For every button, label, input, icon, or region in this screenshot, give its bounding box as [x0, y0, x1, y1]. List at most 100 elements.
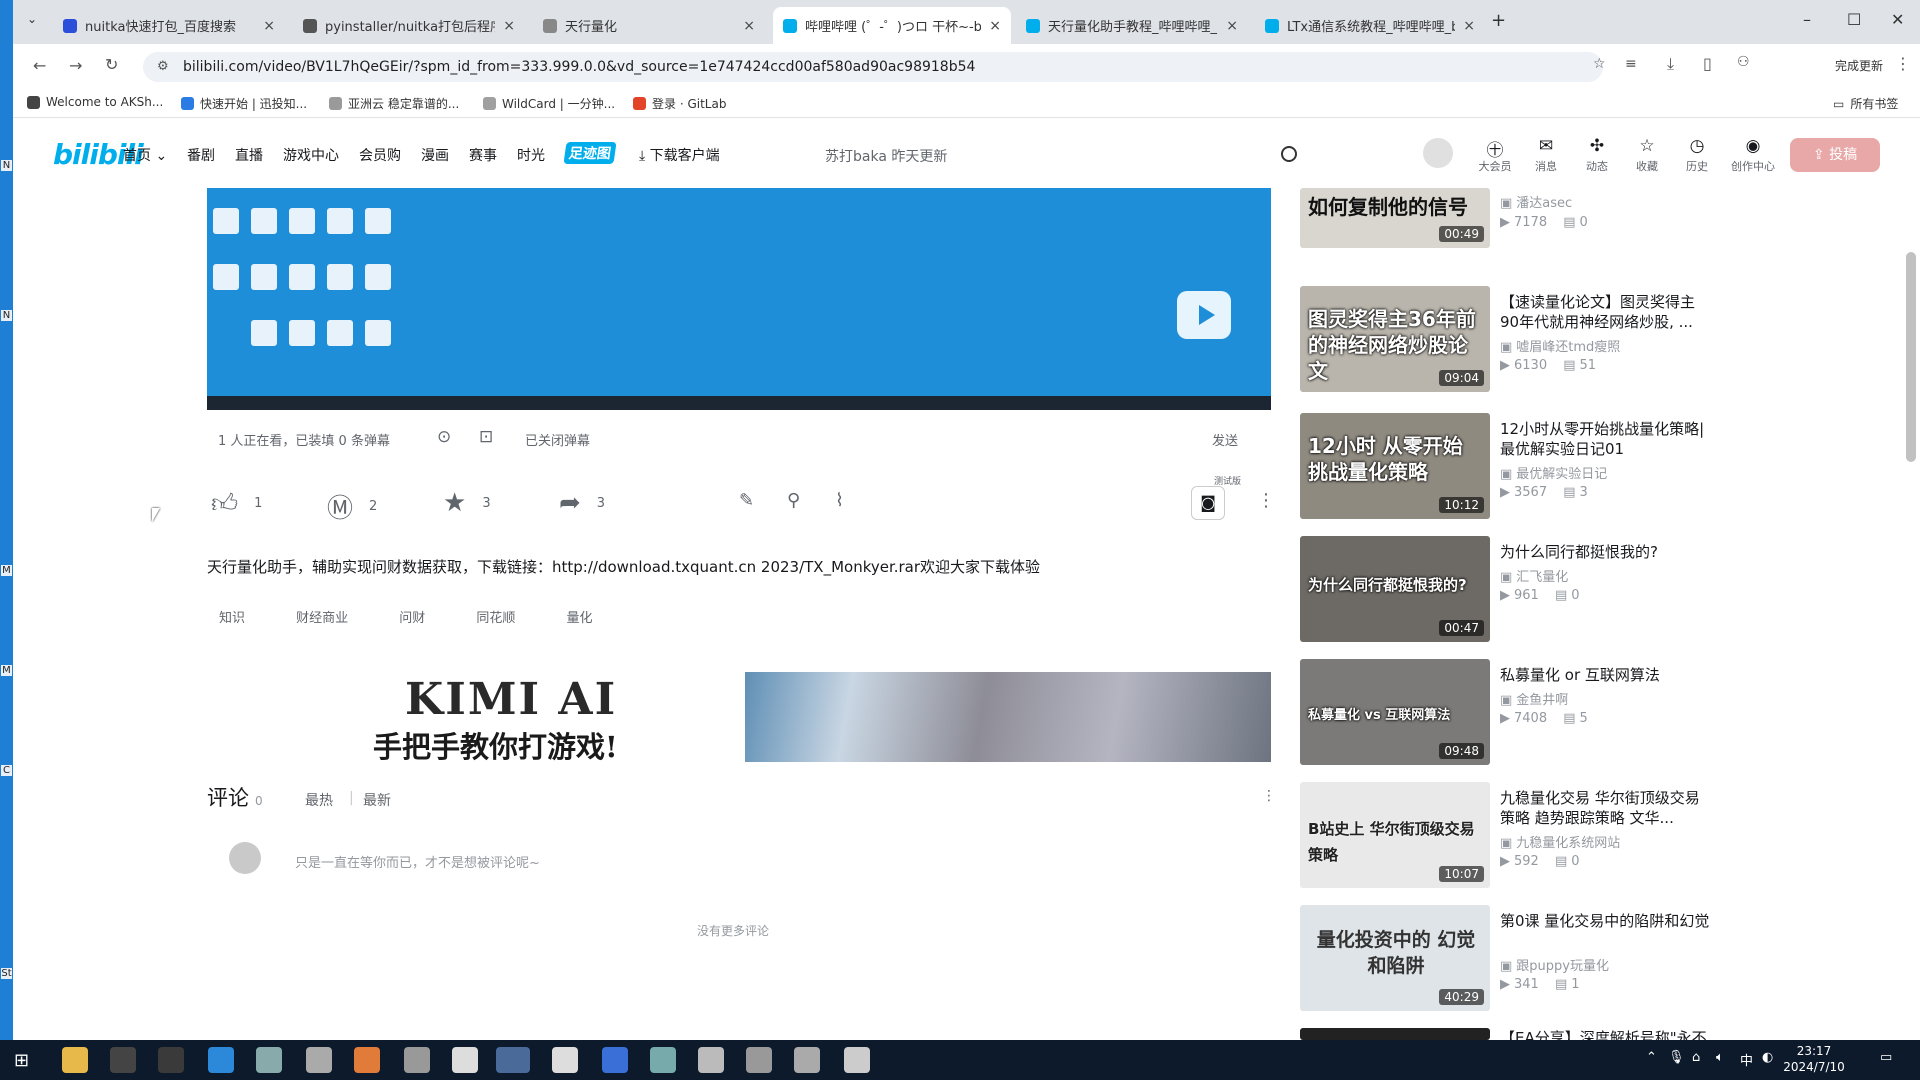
rec-title[interactable]: 【EA分享】深度解析号称"永不	[1500, 1028, 1710, 1040]
nav-download-client[interactable]: ⤓ 下载客户端	[639, 145, 720, 165]
stats-button[interactable]: ⌇	[835, 490, 860, 511]
nav-esports[interactable]: 赛事	[469, 145, 497, 165]
bookmark-item[interactable]: 登录 · GitLab	[633, 95, 726, 112]
rec-title[interactable]: 私募量化 or 互联网算法	[1500, 665, 1710, 685]
app-icon[interactable]	[746, 1047, 772, 1073]
nav-special-badge[interactable]: 足迹图	[563, 142, 617, 164]
rec-thumbnail[interactable]: 如何复制他的信号 00:49	[1300, 188, 1490, 248]
terminal-icon[interactable]	[110, 1047, 136, 1073]
comment-more-icon[interactable]: ⋮	[1262, 788, 1276, 804]
rec-item[interactable]: 【EA分享】深度解析号称"永不	[1300, 1028, 1900, 1040]
tab-close-icon[interactable]: ×	[1463, 18, 1475, 34]
app-icon[interactable]	[698, 1047, 724, 1073]
nav-home[interactable]: 首页 ⌄	[123, 145, 167, 165]
bookmark-item[interactable]: Welcome to AKSh...	[27, 95, 163, 109]
rec-title[interactable]: 【速读量化论文】图灵奖得主90年代就用神经网络炒股, ...	[1500, 292, 1710, 332]
tag-item[interactable]: 问财	[387, 605, 437, 628]
bookmark-item[interactable]: 快速开始 | 迅投知...	[181, 95, 307, 112]
search-input[interactable]: 苏打baka 昨天更新	[825, 146, 947, 166]
browser-tab[interactable]: 天行量化助手教程_哔哩哔哩_b ×	[1016, 7, 1248, 44]
window-close-icon[interactable]: ✕	[1891, 10, 1904, 29]
app-icon[interactable]	[552, 1047, 578, 1073]
ai-assistant-icon[interactable]: ◙	[1191, 486, 1225, 520]
tab-close-icon[interactable]: ×	[263, 18, 275, 34]
video-player[interactable]	[207, 188, 1271, 410]
tag-item[interactable]: 同花顺	[464, 605, 527, 628]
reload-icon[interactable]: ↻	[105, 55, 118, 74]
rec-thumbnail[interactable]: 图灵奖得主36年前的神经网络炒股论文 09:04	[1300, 286, 1490, 392]
tray-chevron-icon[interactable]: ⌃	[1646, 1050, 1657, 1065]
ad-banner[interactable]: KIMI AI 手把手教你打游戏!	[207, 672, 1271, 762]
url-field[interactable]: ⚙ bilibili.com/video/BV1L7hQeGEir/?spm_i…	[143, 52, 1603, 82]
nav-game-center[interactable]: 游戏中心	[283, 145, 339, 165]
more-icon[interactable]: ⋮	[1257, 490, 1275, 511]
app-icon[interactable]	[452, 1047, 478, 1073]
browser-tab[interactable]: 天行量化 ×	[533, 7, 765, 44]
ime-indicator[interactable]: 中	[1740, 1050, 1753, 1069]
favorite-button[interactable]: ★ 3	[443, 488, 491, 518]
report-button[interactable]: ⚲	[787, 490, 816, 511]
browser-menu-icon[interactable]: ⋮	[1895, 54, 1911, 73]
volume-icon[interactable]: 🔈︎	[1716, 1050, 1724, 1065]
back-arrow-icon[interactable]: ←	[33, 56, 46, 75]
sort-new-button[interactable]: 最新	[363, 790, 391, 810]
bookmark-item[interactable]: WildCard | 一分钟...	[483, 95, 615, 112]
tv-play-icon[interactable]	[1177, 291, 1231, 339]
header-messages[interactable]: ✉ 消息	[1524, 136, 1568, 174]
rec-uploader[interactable]: ▣ 跟puppy玩量化	[1500, 955, 1609, 974]
nav-manga[interactable]: 漫画	[421, 145, 449, 165]
chrome-icon[interactable]	[496, 1047, 530, 1073]
send-button[interactable]: 发送	[1212, 430, 1238, 449]
all-bookmarks[interactable]: ▭ 所有书签	[1833, 95, 1898, 112]
header-dynamics[interactable]: ✣ 动态	[1575, 136, 1619, 174]
vscode-icon[interactable]	[208, 1047, 234, 1073]
windows-start-icon[interactable]: ⊞	[14, 1050, 29, 1071]
browser-tab[interactable]: LTx通信系统教程_哔哩哔哩_bi ×	[1255, 7, 1485, 44]
app-icon[interactable]	[650, 1047, 676, 1073]
rec-thumbnail[interactable]: 量化投资中的 幻觉和陷阱 40:29	[1300, 905, 1490, 1011]
bookmark-item[interactable]: 亚洲云 稳定靠谱的...	[329, 95, 459, 112]
rec-title[interactable]: 九稳量化交易 华尔街顶级交易策略 趋势跟踪策略 文华...	[1500, 788, 1710, 828]
rec-uploader[interactable]: ▣ 潘达asec	[1500, 192, 1572, 211]
app-icon[interactable]	[404, 1047, 430, 1073]
tab-close-icon[interactable]: ×	[1226, 18, 1238, 34]
download-icon[interactable]: ⤓	[1667, 54, 1674, 74]
nav-mall[interactable]: 会员购	[359, 145, 401, 165]
rec-thumbnail[interactable]: 12小时 从零开始 挑战量化策略 10:12	[1300, 413, 1490, 519]
tray-app-icon[interactable]: ◐	[1762, 1050, 1773, 1065]
file-explorer-icon[interactable]	[62, 1047, 88, 1073]
minimize-icon[interactable]: –	[1803, 10, 1811, 29]
header-history[interactable]: ◷ 历史	[1675, 136, 1719, 174]
tag-item[interactable]: 量化	[554, 605, 604, 628]
rec-uploader[interactable]: ▣ 汇飞量化	[1500, 566, 1568, 585]
forward-arrow-icon[interactable]: →	[69, 56, 82, 75]
update-label[interactable]: 完成更新	[1835, 57, 1883, 74]
browser-tab[interactable]: nuitka快速打包_百度搜索 ×	[53, 7, 285, 44]
upload-button[interactable]: ⇪ 投稿	[1790, 138, 1880, 172]
taskbar-clock[interactable]: 23:17 2024/7/10	[1775, 1043, 1853, 1075]
browser-tab[interactable]: pyinstaller/nuitka打包后程序 ×	[293, 7, 525, 44]
avatar[interactable]	[1423, 138, 1453, 168]
page-scrollbar[interactable]	[1906, 252, 1916, 462]
bookmark-star-icon[interactable]: ☆	[1593, 56, 1606, 72]
danmaku-settings-icon[interactable]: ⊡	[479, 427, 493, 447]
new-tab-button[interactable]: +	[1491, 10, 1506, 31]
rec-uploader[interactable]: ▣ 九稳量化系统网站	[1500, 832, 1620, 851]
rec-uploader[interactable]: ▣ 金鱼井啊	[1500, 689, 1568, 708]
rec-uploader[interactable]: ▣ 嘘眉峰还tmd瘦照	[1500, 336, 1620, 355]
mic-icon[interactable]: 🎙︎	[1668, 1050, 1685, 1065]
rec-thumbnail[interactable]: B站史上 华尔街顶级交易策略 10:07	[1300, 782, 1490, 888]
network-icon[interactable]: ⌂	[1692, 1050, 1700, 1065]
sidebar-icon[interactable]: ▯	[1703, 54, 1712, 73]
app-icon[interactable]	[794, 1047, 820, 1073]
header-creator-center[interactable]: ◉ 创作中心	[1729, 136, 1777, 174]
sort-hot-button[interactable]: 最热	[305, 790, 333, 810]
search-icon[interactable]	[1281, 146, 1297, 162]
nav-bangumi[interactable]: 番剧	[187, 145, 215, 165]
app-icon[interactable]	[256, 1047, 282, 1073]
nav-moments[interactable]: 时光	[517, 145, 545, 165]
nav-live[interactable]: 直播	[235, 145, 263, 165]
header-favorites[interactable]: ☆ 收藏	[1625, 136, 1669, 174]
browser-tab-active[interactable]: 哔哩哔哩 (゜-゜)つロ 干杯~-bi ×	[773, 7, 1011, 44]
rec-title[interactable]: 为什么同行都挺恨我的?	[1500, 542, 1710, 562]
